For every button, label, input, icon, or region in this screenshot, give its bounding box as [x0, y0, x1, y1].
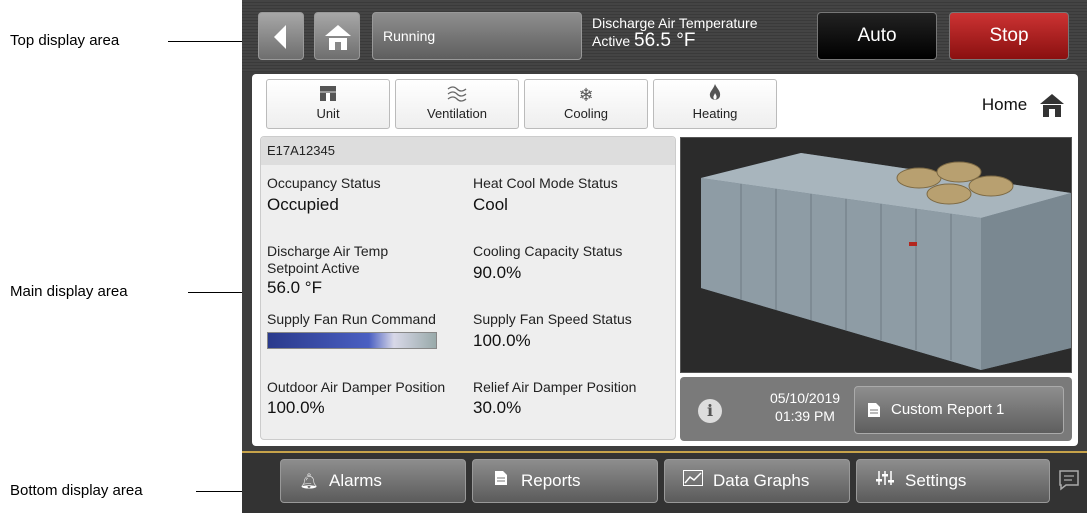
tab-heating-label: Heating: [692, 106, 738, 121]
flame-icon: [654, 80, 776, 106]
document-icon: [868, 403, 880, 417]
callout-bottom-line: [196, 490, 244, 492]
heatcool-label: Heat Cool Mode Status: [473, 175, 618, 191]
dat-sp-label-1: Discharge Air Temp: [267, 243, 389, 259]
callout-top: Top display area: [10, 32, 244, 49]
callout-top-line: [168, 40, 244, 42]
document-icon: [489, 461, 513, 503]
info-icon[interactable]: i: [698, 399, 722, 423]
discharge-air-temp-readout: Discharge Air Temperature Active 56.5 °F: [592, 14, 757, 50]
unit-status-field[interactable]: Running: [372, 12, 582, 60]
cooling-cap-label: Cooling Capacity Status: [473, 243, 623, 259]
dat-value: 56.5 °F: [634, 30, 696, 51]
reports-button[interactable]: Reports: [472, 459, 658, 503]
status-panel: i 05/10/2019 01:39 PM Custom Report 1: [680, 377, 1072, 441]
custom-report-label: Custom Report 1: [891, 401, 1005, 418]
stop-button[interactable]: Stop: [949, 12, 1069, 60]
bottom-display-area: 🔔︎ Alarms Reports Data Graphs Settings: [242, 451, 1087, 513]
rad-label: Relief Air Damper Position: [473, 379, 637, 395]
callout-bottom: Bottom display area: [10, 482, 244, 499]
back-button[interactable]: [258, 12, 304, 60]
tab-cooling[interactable]: ❄ Cooling: [524, 79, 648, 129]
dat-active-label: Active: [592, 33, 631, 49]
home-label: Home: [981, 95, 1028, 114]
alarms-label: Alarms: [329, 471, 382, 490]
occupancy-label: Occupancy Status: [267, 175, 381, 191]
tab-unit-label: Unit: [316, 106, 340, 121]
callout-main: Main display area: [10, 283, 244, 300]
sliders-icon: [873, 461, 897, 503]
data-graphs-button[interactable]: Data Graphs: [664, 459, 850, 503]
unit-info-panel: E17A12345 Occupancy Status Occupied Heat…: [260, 136, 676, 440]
home-button[interactable]: [314, 12, 360, 60]
dat-sp-label-2: Setpoint Active: [267, 260, 360, 276]
dat-active-row: Active 56.5 °F: [592, 30, 757, 51]
callout-top-label: Top display area: [10, 32, 120, 49]
chat-icon[interactable]: [1058, 469, 1080, 496]
tab-cooling-label: Cooling: [563, 106, 609, 121]
graph-icon: [681, 461, 705, 503]
tab-heating[interactable]: Heating: [653, 79, 777, 129]
home-icon: [325, 25, 351, 50]
dat-sp-value: 56.0 °F: [267, 278, 322, 297]
oad-label: Outdoor Air Damper Position: [267, 379, 446, 395]
home-icon: [1040, 94, 1064, 117]
fan-speed: Supply Fan Speed Status 100.0%: [473, 311, 632, 349]
callout-main-line: [188, 291, 244, 293]
occupancy-status: Occupancy Status Occupied: [267, 175, 381, 213]
cooling-cap-value: 90.0%: [473, 263, 522, 282]
reports-label: Reports: [521, 471, 581, 490]
heat-cool-mode: Heat Cool Mode Status Cool: [473, 175, 618, 213]
auto-button[interactable]: Auto: [817, 12, 937, 60]
unit-serial: E17A12345: [261, 137, 675, 165]
tab-ventilation[interactable]: Ventilation: [395, 79, 519, 129]
fan-speed-label: Supply Fan Speed Status: [473, 311, 632, 327]
unit-image: [680, 137, 1072, 373]
fan-run-label: Supply Fan Run Command: [267, 311, 436, 327]
occupancy-value: Occupied: [267, 195, 339, 214]
fan-speed-value: 100.0%: [473, 331, 531, 350]
outdoor-air-damper: Outdoor Air Damper Position 100.0%: [267, 379, 445, 416]
date-value: 05/10/2019: [769, 390, 841, 406]
tab-ventilation-label: Ventilation: [427, 106, 487, 121]
controller-screen: Running Discharge Air Temperature Active…: [242, 0, 1087, 513]
top-display-area: Running Discharge Air Temperature Active…: [242, 0, 1087, 72]
main-display-area: Unit Ventilation ❄ Cooling Heating Home: [252, 74, 1078, 446]
bell-icon: 🔔︎: [299, 473, 319, 490]
back-arrow-icon: [274, 25, 286, 49]
callout-main-label: Main display area: [10, 283, 128, 300]
snowflake-icon: ❄: [578, 85, 594, 105]
callout-bottom-label: Bottom display area: [10, 482, 143, 499]
alarms-button[interactable]: 🔔︎ Alarms: [280, 459, 466, 503]
settings-button[interactable]: Settings: [856, 459, 1050, 503]
home-breadcrumb[interactable]: Home: [982, 92, 1066, 118]
heatcool-value: Cool: [473, 195, 508, 214]
rooftop-unit-illustration: [701, 153, 1071, 370]
custom-report-button[interactable]: Custom Report 1: [854, 386, 1064, 434]
rad-value: 30.0%: [473, 398, 522, 417]
fan-run-command-bar: [267, 332, 437, 349]
cooling-capacity: Cooling Capacity Status 90.0%: [473, 243, 622, 281]
settings-label: Settings: [905, 471, 967, 490]
dat-setpoint: Discharge Air Temp Setpoint Active 56.0 …: [267, 243, 388, 296]
ventilation-icon: [396, 80, 518, 106]
time-value: 01:39 PM: [775, 408, 835, 424]
data-graphs-label: Data Graphs: [713, 471, 810, 490]
tab-unit[interactable]: Unit: [266, 79, 390, 129]
oad-value: 100.0%: [267, 398, 325, 417]
unit-icon: [267, 80, 389, 106]
relief-air-damper: Relief Air Damper Position 30.0%: [473, 379, 636, 416]
date-time: 05/10/2019 01:39 PM: [750, 389, 860, 425]
